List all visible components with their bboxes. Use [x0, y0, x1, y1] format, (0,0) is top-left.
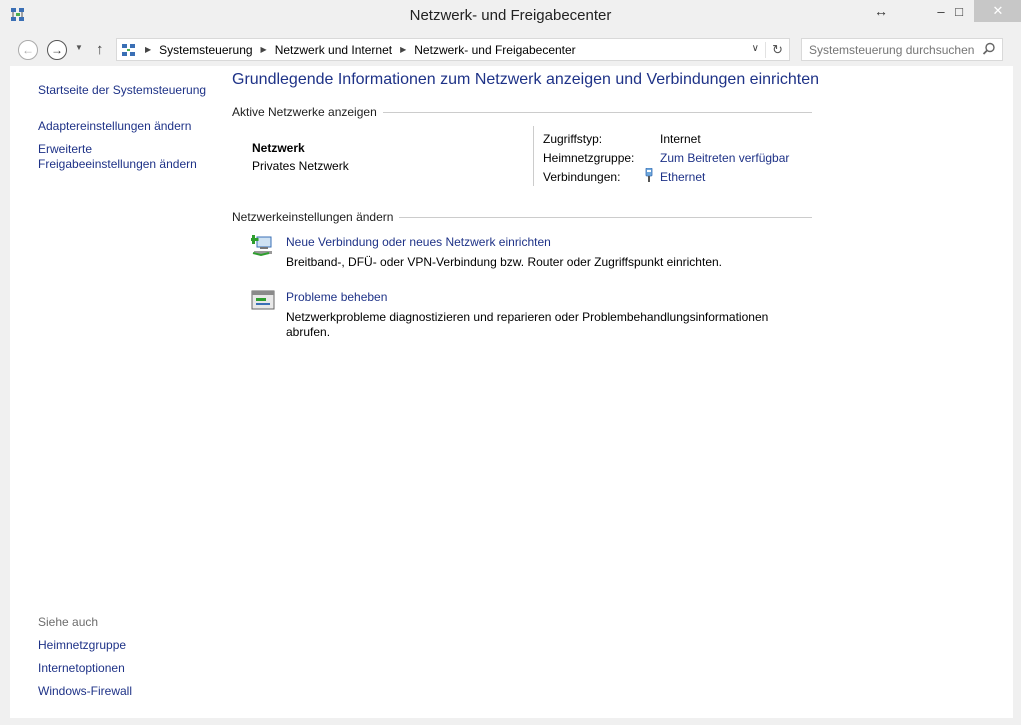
new-connection-icon[interactable]	[251, 233, 275, 257]
active-networks-title: Aktive Netzwerke anzeigen	[232, 105, 383, 119]
resize-icon[interactable]: ↔	[864, 0, 898, 22]
search-icon[interactable]	[982, 42, 996, 56]
breadcrumb-systemsteuerung[interactable]: Systemsteuerung	[159, 43, 252, 57]
back-button[interactable]: ←	[18, 40, 38, 60]
network-type: Privates Netzwerk	[252, 159, 349, 173]
connections-label: Verbindungen:	[543, 170, 621, 184]
up-button[interactable]: ↑	[96, 41, 104, 58]
breadcrumb-current[interactable]: Netzwerk- und Freigabecenter	[414, 43, 575, 57]
ethernet-link[interactable]: Ethernet	[660, 170, 705, 184]
troubleshoot-link[interactable]: Probleme beheben	[286, 290, 387, 304]
breadcrumb-separator-icon[interactable]: ▶	[145, 45, 151, 54]
network-divider	[533, 126, 534, 186]
maximize-button[interactable]: □	[942, 0, 976, 22]
new-connection-description: Breitband-, DFÜ- oder VPN-Verbindung bzw…	[286, 255, 722, 269]
see-also-windows-firewall[interactable]: Windows-Firewall	[38, 684, 132, 699]
new-connection-link[interactable]: Neue Verbindung oder neues Netzwerk einr…	[286, 235, 551, 249]
address-bar[interactable]: ▶ Systemsteuerung ▶ Netzwerk und Interne…	[116, 38, 790, 61]
page-title: Grundlegende Informationen zum Netzwerk …	[232, 71, 820, 88]
content-pane: Startseite der Systemsteuerung Adapterei…	[10, 66, 1013, 718]
homegroup-link[interactable]: Zum Beitreten verfügbar	[660, 151, 789, 165]
control-panel-icon	[122, 43, 135, 56]
troubleshoot-icon[interactable]	[251, 288, 275, 312]
breadcrumb-separator-icon[interactable]: ▶	[261, 45, 267, 54]
search-box[interactable]	[801, 38, 1003, 61]
troubleshoot-description: Netzwerkprobleme diagnostizieren und rep…	[286, 310, 769, 339]
refresh-button[interactable]: ↻	[765, 42, 783, 58]
sidebar-link-adapter-settings[interactable]: Adaptereinstellungen ändern	[38, 119, 191, 134]
search-input[interactable]	[802, 39, 977, 60]
network-name: Netzwerk	[252, 141, 305, 155]
recent-locations-chevron-icon[interactable]: ▼	[75, 43, 83, 52]
sidebar-link-advanced-sharing[interactable]: Erweiterte	[38, 142, 92, 157]
see-also-homegroup[interactable]: Heimnetzgruppe	[38, 638, 126, 653]
title-bar: Netzwerk- und Freigabecenter ↔ – □ ✕	[0, 0, 1021, 32]
access-type-label: Zugriffstyp:	[543, 132, 603, 146]
sidebar-link-control-panel-home[interactable]: Startseite der Systemsteuerung	[38, 83, 206, 98]
see-also-title: Siehe auch	[38, 615, 99, 629]
see-also-internet-options[interactable]: Internetoptionen	[38, 661, 125, 676]
breadcrumb-netzwerk-internet[interactable]: Netzwerk und Internet	[275, 43, 392, 57]
breadcrumb-separator-icon[interactable]: ▶	[400, 45, 406, 54]
access-type-value: Internet	[660, 132, 701, 146]
forward-button[interactable]: →	[47, 40, 67, 60]
homegroup-label: Heimnetzgruppe:	[543, 151, 635, 165]
network-settings-title: Netzwerkeinstellungen ändern	[232, 210, 400, 224]
ethernet-icon[interactable]	[644, 168, 654, 184]
sidebar-link-advanced-sharing-line2[interactable]: Freigabeeinstellungen ändern	[38, 157, 197, 172]
navigation-bar: ← → ▼ ↑ ▶ Systemsteuerung ▶ Netzwerk und…	[0, 32, 1021, 66]
address-dropdown-icon[interactable]: ∨	[752, 43, 759, 54]
close-button[interactable]: ✕	[974, 0, 1021, 22]
